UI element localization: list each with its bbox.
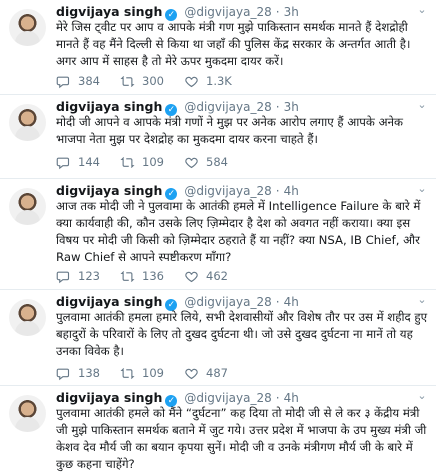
like-button[interactable]: 487 xyxy=(184,364,228,382)
reply-button[interactable]: 144 xyxy=(56,153,100,171)
like-count: 462 xyxy=(206,269,228,283)
reply-icon xyxy=(56,271,70,283)
retweet-icon xyxy=(120,270,135,282)
author-handle[interactable]: @digvijaya_28 xyxy=(184,391,271,405)
retweet-count: 300 xyxy=(142,74,164,88)
tweet[interactable]: digvijaya singh ✓ @digvijaya_28 · 4h ⌄ पु… xyxy=(0,290,436,386)
retweet-icon xyxy=(120,156,135,168)
avatar[interactable] xyxy=(9,9,46,46)
author-handle[interactable]: @digvijaya_28 xyxy=(184,100,271,114)
tweet[interactable]: digvijaya singh ✓ @digvijaya_28 · 4h ⌄ आज… xyxy=(0,179,436,290)
retweet-count: 109 xyxy=(142,155,164,169)
tweet[interactable]: digvijaya singh ✓ @digvijaya_28 · 3h ⌄ मो… xyxy=(0,95,436,179)
tweet-time[interactable]: 4h xyxy=(284,184,299,198)
author-name[interactable]: digvijaya singh xyxy=(56,99,162,114)
reply-count: 144 xyxy=(78,155,100,169)
like-icon xyxy=(185,271,198,282)
separator: · xyxy=(275,184,280,198)
like-icon xyxy=(185,157,198,168)
avatar[interactable] xyxy=(9,188,46,225)
reply-button[interactable]: 384 xyxy=(56,72,100,90)
tweet-text: पुलवामा आतंकी हमले को मैंने “दुर्घटना” क… xyxy=(56,406,427,471)
author-handle[interactable]: @digvijaya_28 xyxy=(184,184,271,198)
separator: · xyxy=(275,295,280,309)
reply-icon xyxy=(56,76,70,88)
author-handle[interactable]: @digvijaya_28 xyxy=(184,5,271,19)
retweet-button[interactable]: 109 xyxy=(120,153,164,171)
retweet-count: 136 xyxy=(142,269,164,283)
chevron-down-icon[interactable]: ⌄ xyxy=(416,294,428,306)
author-name[interactable]: digvijaya singh xyxy=(56,294,162,309)
retweet-icon xyxy=(120,75,135,87)
tweet-text: आज तक मोदी जी ने पुलवामा के आतंकी हमले म… xyxy=(56,199,421,264)
chevron-down-icon[interactable]: ⌄ xyxy=(416,99,428,111)
reply-button[interactable]: 123 xyxy=(56,267,100,285)
author-name[interactable]: digvijaya singh xyxy=(56,390,162,405)
tweet-time[interactable]: 4h xyxy=(284,391,299,405)
like-count: 487 xyxy=(206,366,228,380)
reply-count: 384 xyxy=(78,74,100,88)
chevron-down-icon[interactable]: ⌄ xyxy=(416,4,428,16)
tweet[interactable]: digvijaya singh ✓ @digvijaya_28 · 4h ⌄ पु… xyxy=(0,386,436,471)
reply-icon xyxy=(56,157,70,169)
retweet-count: 109 xyxy=(142,366,164,380)
retweet-button[interactable]: 136 xyxy=(120,267,164,285)
chevron-down-icon[interactable]: ⌄ xyxy=(416,390,428,402)
like-button[interactable]: 462 xyxy=(184,267,228,285)
reply-button[interactable]: 138 xyxy=(56,364,100,382)
tweet-text: पुलवामा आतंकी हमला हमारे लिये, सभी देशवा… xyxy=(56,310,428,358)
tweet-timeline: digvijaya singh ✓ @digvijaya_28 · 3h ⌄ मे… xyxy=(0,0,436,471)
tweet-time[interactable]: 3h xyxy=(284,5,299,19)
tweet-text: मेरे जिस ट्वीट पर आप व आपके मंत्री गण मु… xyxy=(56,20,411,68)
retweet-button[interactable]: 300 xyxy=(120,72,164,90)
avatar[interactable] xyxy=(9,395,46,432)
retweet-icon xyxy=(120,367,135,379)
reply-count: 123 xyxy=(78,269,100,283)
tweet-text: मोदी जी आपने व आपके मंत्री गणों ने मुझ प… xyxy=(56,115,403,146)
author-name[interactable]: digvijaya singh xyxy=(56,183,162,198)
like-count: 584 xyxy=(206,155,228,169)
like-icon xyxy=(185,76,198,87)
separator: · xyxy=(275,5,280,19)
retweet-button[interactable]: 109 xyxy=(120,364,164,382)
like-button[interactable]: 1.3K xyxy=(184,72,232,90)
tweet[interactable]: digvijaya singh ✓ @digvijaya_28 · 3h ⌄ मे… xyxy=(0,0,436,95)
separator: · xyxy=(275,100,280,114)
author-handle[interactable]: @digvijaya_28 xyxy=(184,295,271,309)
reply-count: 138 xyxy=(78,366,100,380)
avatar[interactable] xyxy=(9,104,46,141)
tweet-time[interactable]: 3h xyxy=(284,100,299,114)
like-button[interactable]: 584 xyxy=(184,153,228,171)
author-name[interactable]: digvijaya singh xyxy=(56,4,162,19)
like-count: 1.3K xyxy=(206,74,232,88)
like-icon xyxy=(185,368,198,379)
chevron-down-icon[interactable]: ⌄ xyxy=(416,183,428,195)
avatar[interactable] xyxy=(9,299,46,336)
separator: · xyxy=(275,391,280,405)
tweet-time[interactable]: 4h xyxy=(284,295,299,309)
reply-icon xyxy=(56,368,70,380)
